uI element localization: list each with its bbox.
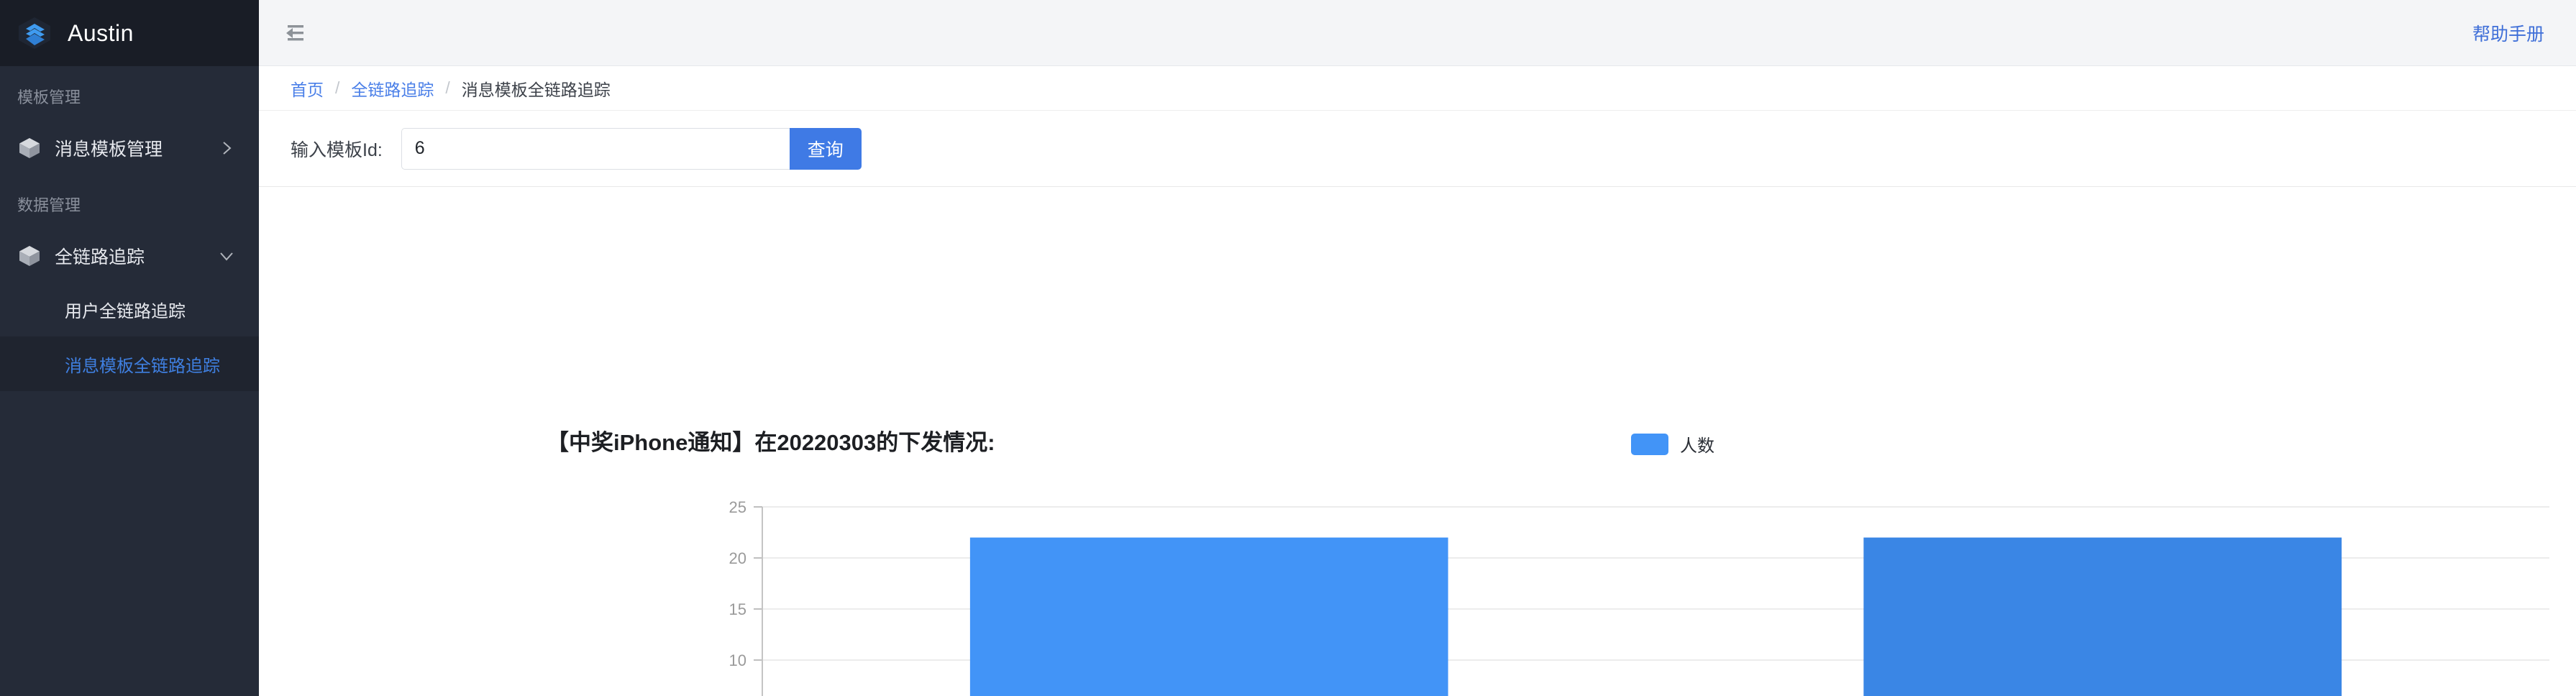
bar-chart-canvas[interactable]: 0510152025消息接收成功消息下发成功 xyxy=(259,187,2576,696)
chevron-right-icon xyxy=(219,140,234,156)
layers-logo-icon xyxy=(16,14,53,52)
sidebar-item-full-link-trace[interactable]: 全链路追踪 xyxy=(0,230,259,282)
sidebar-item-message-template-mgmt[interactable]: 消息模板管理 xyxy=(0,122,259,174)
breadcrumb-separator: / xyxy=(335,78,340,97)
menu-fold-icon[interactable] xyxy=(278,19,306,47)
svg-text:15: 15 xyxy=(729,600,746,618)
search-button[interactable]: 查询 xyxy=(789,127,862,170)
chart-panel: 【中奖iPhone通知】在20220303的下发情况: 人数 051015202… xyxy=(259,187,2576,696)
sidebar-subitem-label: 消息模板全链路追踪 xyxy=(65,356,220,376)
cube-icon xyxy=(17,244,42,268)
svg-text:10: 10 xyxy=(729,651,746,669)
breadcrumb-item-full-link-trace[interactable]: 全链路追踪 xyxy=(351,76,434,101)
sidebar-brand[interactable]: Austin xyxy=(0,0,259,66)
sidebar-item-message-template-full-link-trace[interactable]: 消息模板全链路追踪 xyxy=(0,336,259,391)
top-bar: 帮助手册 xyxy=(259,0,2576,66)
sidebar: Austin 模板管理 消息模板管理 数据管理 全链路追踪 用户全链路追踪 消息… xyxy=(0,0,259,696)
app-root: Austin 模板管理 消息模板管理 数据管理 全链路追踪 用户全链路追踪 消息… xyxy=(0,0,2576,696)
sidebar-item-label: 消息模板管理 xyxy=(55,139,163,160)
template-id-label: 输入模板Id: xyxy=(291,139,383,160)
breadcrumb: 首页 / 全链路追踪 / 消息模板全链路追踪 xyxy=(259,66,2576,111)
sidebar-group-title-template-mgmt: 模板管理 xyxy=(17,88,81,106)
sidebar-subitem-label: 用户全链路追踪 xyxy=(65,301,186,321)
breadcrumb-item-home[interactable]: 首页 xyxy=(291,76,324,101)
cube-icon xyxy=(17,136,42,160)
svg-text:25: 25 xyxy=(729,498,746,516)
breadcrumb-separator: / xyxy=(445,78,450,97)
sidebar-item-user-full-link-trace[interactable]: 用户全链路追踪 xyxy=(0,282,259,336)
help-manual-link[interactable]: 帮助手册 xyxy=(2472,20,2544,46)
sidebar-item-label: 全链路追踪 xyxy=(55,247,145,267)
chevron-down-icon xyxy=(219,248,234,264)
query-toolbar: 输入模板Id: 查询 消息模板下发链路情况 xyxy=(259,111,2576,303)
sidebar-group-title-data-mgmt: 数据管理 xyxy=(17,196,81,214)
breadcrumb-item-current: 消息模板全链路追踪 xyxy=(461,80,611,99)
template-id-input[interactable] xyxy=(401,127,790,170)
main-content: 帮助手册 首页 / 全链路追踪 / 消息模板全链路追踪 输入模板Id: 查询 消… xyxy=(259,0,2576,696)
svg-text:20: 20 xyxy=(729,549,746,567)
sidebar-brand-label: Austin xyxy=(68,19,134,46)
